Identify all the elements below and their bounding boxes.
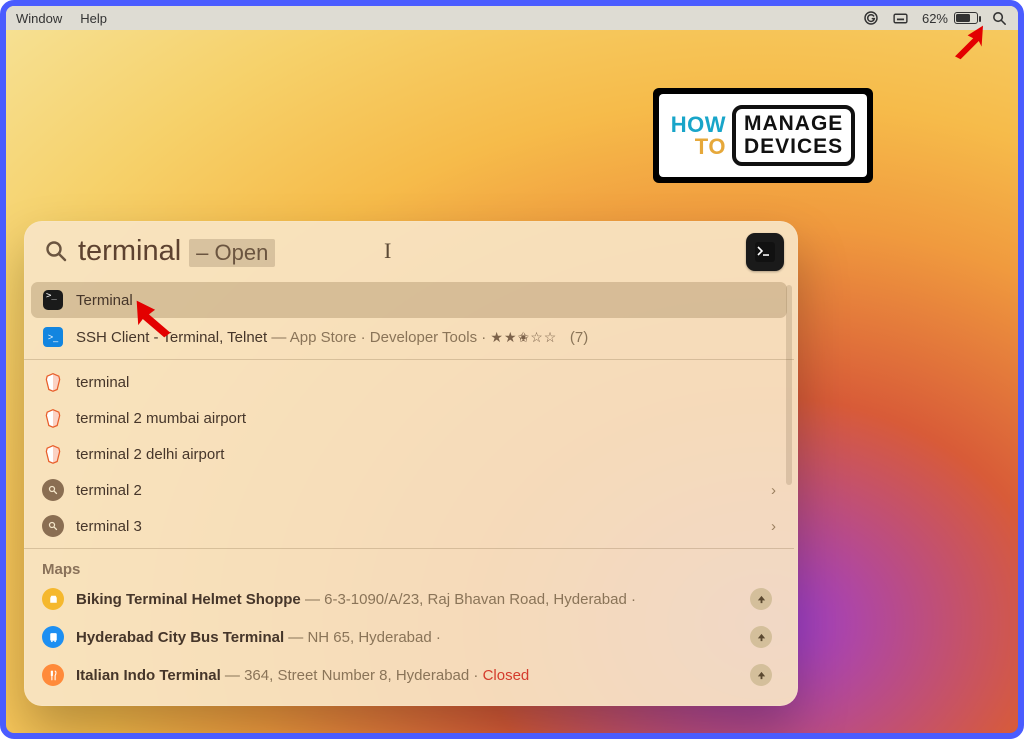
maps-result-address: NH 65, Hyderabad (307, 629, 431, 646)
desktop-frame: Window Help 62% HOW TO (0, 0, 1024, 739)
result-suggestion-terminal-3[interactable]: terminal 3 › (24, 508, 794, 544)
result-label: terminal 2 mumbai airport (76, 410, 246, 427)
search-suggestion-icon (42, 515, 64, 537)
maps-result-title: Hyderabad City Bus Terminal (76, 629, 284, 646)
directions-icon[interactable] (750, 626, 772, 648)
result-label: terminal (76, 374, 129, 391)
chevron-right-icon: › (771, 482, 776, 499)
result-label: terminal 3 (76, 518, 142, 535)
menubar: Window Help 62% (6, 6, 1018, 30)
menu-help[interactable]: Help (80, 11, 107, 26)
spotlight-panel: terminal – Open I Terminal >_ SSH Client… (24, 221, 798, 706)
grammarly-icon[interactable] (862, 9, 880, 27)
directions-icon[interactable] (750, 664, 772, 686)
result-category: Developer Tools (370, 329, 477, 346)
maps-closed-badge: Closed (483, 667, 530, 684)
annotation-arrow-spotlight (948, 20, 990, 62)
spotlight-search-row[interactable]: terminal – Open I (24, 221, 798, 281)
ssh-app-icon: >_ (42, 326, 64, 348)
directions-icon[interactable] (750, 588, 772, 610)
battery-percent: 62% (922, 11, 948, 26)
watermark-how: HOW (671, 114, 726, 136)
maps-category-food-icon (42, 664, 64, 686)
menu-window[interactable]: Window (16, 11, 62, 26)
maps-result-address: 364, Street Number 8, Hyderabad (244, 667, 469, 684)
watermark-devices: DEVICES (744, 136, 843, 158)
result-label: terminal 2 delhi airport (76, 446, 224, 463)
maps-result-bus-terminal[interactable]: Hyderabad City Bus Terminal — NH 65, Hyd… (24, 618, 794, 656)
brave-icon (42, 407, 64, 429)
maps-result-address: 6-3-1090/A/23, Raj Bhavan Road, Hyderaba… (324, 591, 627, 608)
brave-icon (42, 371, 64, 393)
result-rating-count: (7) (570, 329, 588, 346)
spotlight-search-icon[interactable] (990, 9, 1008, 27)
spotlight-results: Terminal >_ SSH Client - Terminal, Telne… (24, 281, 798, 706)
search-icon (44, 239, 68, 263)
result-suggestion-terminal-2[interactable]: terminal 2 › (24, 472, 794, 508)
maps-result-italian-indo[interactable]: Italian Indo Terminal — 364, Street Numb… (24, 656, 794, 694)
search-completion-hint: – Open (189, 239, 275, 267)
maps-result-biking[interactable]: Biking Terminal Helmet Shoppe — 6-3-1090… (24, 580, 794, 618)
result-source: App Store (290, 329, 357, 346)
annotation-arrow-terminal-result (128, 296, 176, 342)
result-web-delhi[interactable]: terminal 2 delhi airport (24, 436, 794, 472)
maps-result-title: Italian Indo Terminal (76, 667, 221, 684)
result-label: terminal 2 (76, 482, 142, 499)
maps-category-transit-icon (42, 626, 64, 648)
result-label: Terminal (76, 292, 133, 309)
maps-result-title: Biking Terminal Helmet Shoppe (76, 591, 301, 608)
keyboard-layout-icon[interactable] (892, 9, 910, 27)
brave-icon (42, 443, 64, 465)
maps-section-header: Maps (24, 553, 794, 580)
result-web-terminal[interactable]: terminal (24, 364, 794, 400)
result-web-mumbai[interactable]: terminal 2 mumbai airport (24, 400, 794, 436)
terminal-app-icon-large (746, 233, 784, 271)
text-cursor-icon: I (384, 238, 391, 264)
watermark-logo: HOW TO MANAGE DEVICES (653, 88, 873, 183)
watermark-manage: MANAGE (744, 113, 843, 135)
separator (24, 359, 794, 360)
watermark-to: TO (671, 136, 726, 158)
terminal-icon (42, 289, 64, 311)
maps-category-shop-icon (42, 588, 64, 610)
chevron-right-icon: › (771, 518, 776, 535)
star-rating-icon: ★★✬☆☆ (490, 329, 557, 346)
separator (24, 548, 794, 549)
search-query-text: terminal (78, 235, 181, 268)
search-suggestion-icon (42, 479, 64, 501)
